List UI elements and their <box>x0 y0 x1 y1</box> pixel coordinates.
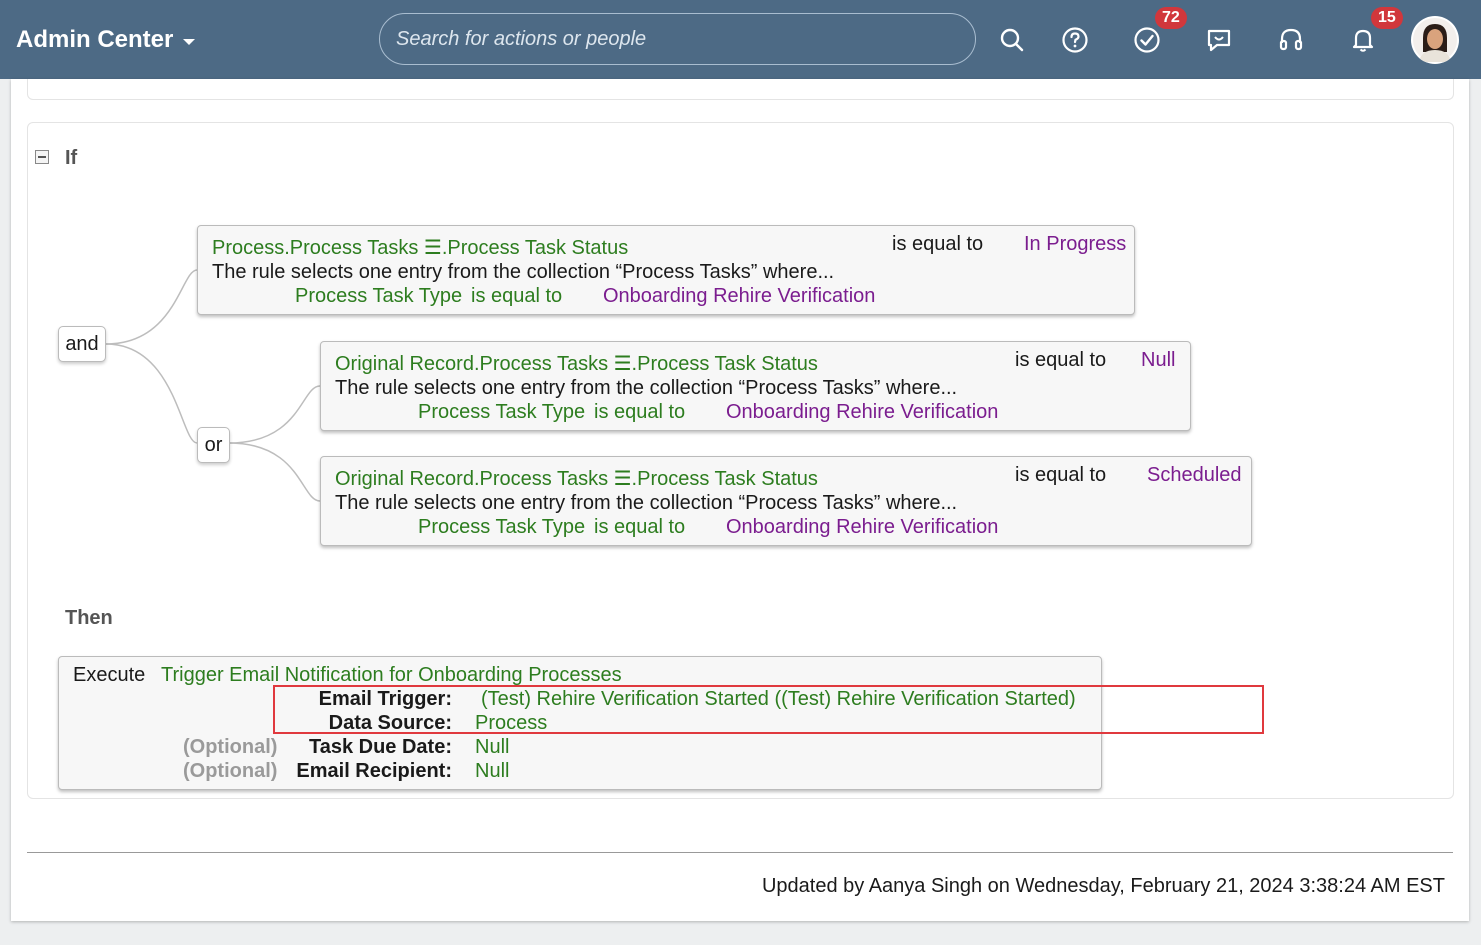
feedback-button[interactable] <box>1199 20 1239 60</box>
condition-operator: is equal to <box>892 233 984 255</box>
email-recipient-param-value: Null <box>475 760 510 782</box>
notifications-button[interactable]: 15 <box>1343 7 1403 60</box>
notification-count-badge: 15 <box>1371 7 1403 29</box>
user-avatar[interactable] <box>1411 16 1459 64</box>
email-recipient-param-label: Email Recipient: <box>296 760 452 782</box>
condition-description: The rule selects one entry from the coll… <box>335 377 958 399</box>
email-trigger-param-label: Email Trigger: <box>318 688 452 710</box>
action-function-name: Trigger Email Notification for Onboardin… <box>161 664 622 686</box>
and-operator[interactable]: and <box>58 326 106 362</box>
search-icon <box>1000 28 1024 52</box>
condition-in-progress[interactable]: Process.Process Tasks ☰.Process Task Sta… <box>197 225 1135 315</box>
sub-condition-value: Onboarding Rehire Verification <box>603 285 876 307</box>
todo-count-badge: 72 <box>1155 7 1187 29</box>
condition-field: Process.Process Tasks ☰.Process Task Sta… <box>212 237 629 259</box>
optional-tag: (Optional) <box>183 736 278 758</box>
condition-value: Scheduled <box>1147 464 1242 486</box>
condition-value: Null <box>1141 349 1176 371</box>
condition-description: The rule selects one entry from the coll… <box>335 492 958 514</box>
help-icon <box>1062 27 1088 53</box>
sub-condition-operator: is equal to <box>594 516 686 538</box>
data-source-param-label: Data Source: <box>328 712 452 734</box>
bell-icon <box>1352 29 1374 52</box>
condition-value: In Progress <box>1024 233 1127 255</box>
top-navigation-bar: Admin Center 72 15 <box>0 0 1481 79</box>
then-label: Then <box>65 607 113 629</box>
email-trigger-param-value: (Test) Rehire Verification Started ((Tes… <box>481 688 1076 710</box>
updated-by-text: Updated by Aanya Singh on Wednesday, Feb… <box>761 875 1445 897</box>
checkmark-circle-icon <box>1134 27 1160 53</box>
sub-condition-field: Process Task Type <box>418 401 586 423</box>
execute-action-box[interactable]: Execute Trigger Email Notification for O… <box>58 656 1102 790</box>
task-due-date-param-label: Task Due Date: <box>308 736 452 758</box>
condition-scheduled[interactable]: Original Record.Process Tasks ☰.Process … <box>320 456 1252 546</box>
sub-condition-field: Process Task Type <box>418 516 586 538</box>
condition-null[interactable]: Original Record.Process Tasks ☰.Process … <box>320 341 1191 431</box>
admin-center-menu[interactable]: Admin Center <box>16 26 196 54</box>
optional-tag: (Optional) <box>183 760 278 782</box>
app-title: Admin Center <box>16 26 174 53</box>
support-button[interactable] <box>1271 20 1311 60</box>
help-button[interactable] <box>1055 20 1095 60</box>
footer-divider <box>27 852 1453 853</box>
user-avatar-icon <box>1413 18 1457 62</box>
task-due-date-param-value: Null <box>475 736 510 758</box>
sub-condition-value: Onboarding Rehire Verification <box>726 401 999 423</box>
sub-condition-field: Process Task Type <box>295 285 463 307</box>
rule-details-panel: If and or Process.Process Tasks ☰.Proces… <box>11 79 1469 921</box>
or-operator[interactable]: or <box>197 427 230 463</box>
search-button[interactable] <box>992 20 1032 60</box>
condition-field: Original Record.Process Tasks ☰.Process … <box>335 353 818 375</box>
headset-icon <box>1279 28 1303 51</box>
caret-down-icon <box>183 39 196 45</box>
sub-condition-operator: is equal to <box>471 285 563 307</box>
condition-description: The rule selects one entry from the coll… <box>212 261 835 283</box>
sub-condition-operator: is equal to <box>594 401 686 423</box>
search-input[interactable] <box>380 14 975 64</box>
sub-condition-value: Onboarding Rehire Verification <box>726 516 999 538</box>
data-source-param-value: Process <box>475 712 548 734</box>
execute-label: Execute <box>73 664 146 686</box>
condition-operator: is equal to <box>1015 349 1107 371</box>
condition-field: Original Record.Process Tasks ☰.Process … <box>335 468 818 490</box>
todo-button[interactable]: 72 <box>1127 7 1187 60</box>
condition-operator: is equal to <box>1015 464 1107 486</box>
search-box[interactable] <box>379 13 976 65</box>
chat-feedback-icon <box>1207 29 1231 52</box>
